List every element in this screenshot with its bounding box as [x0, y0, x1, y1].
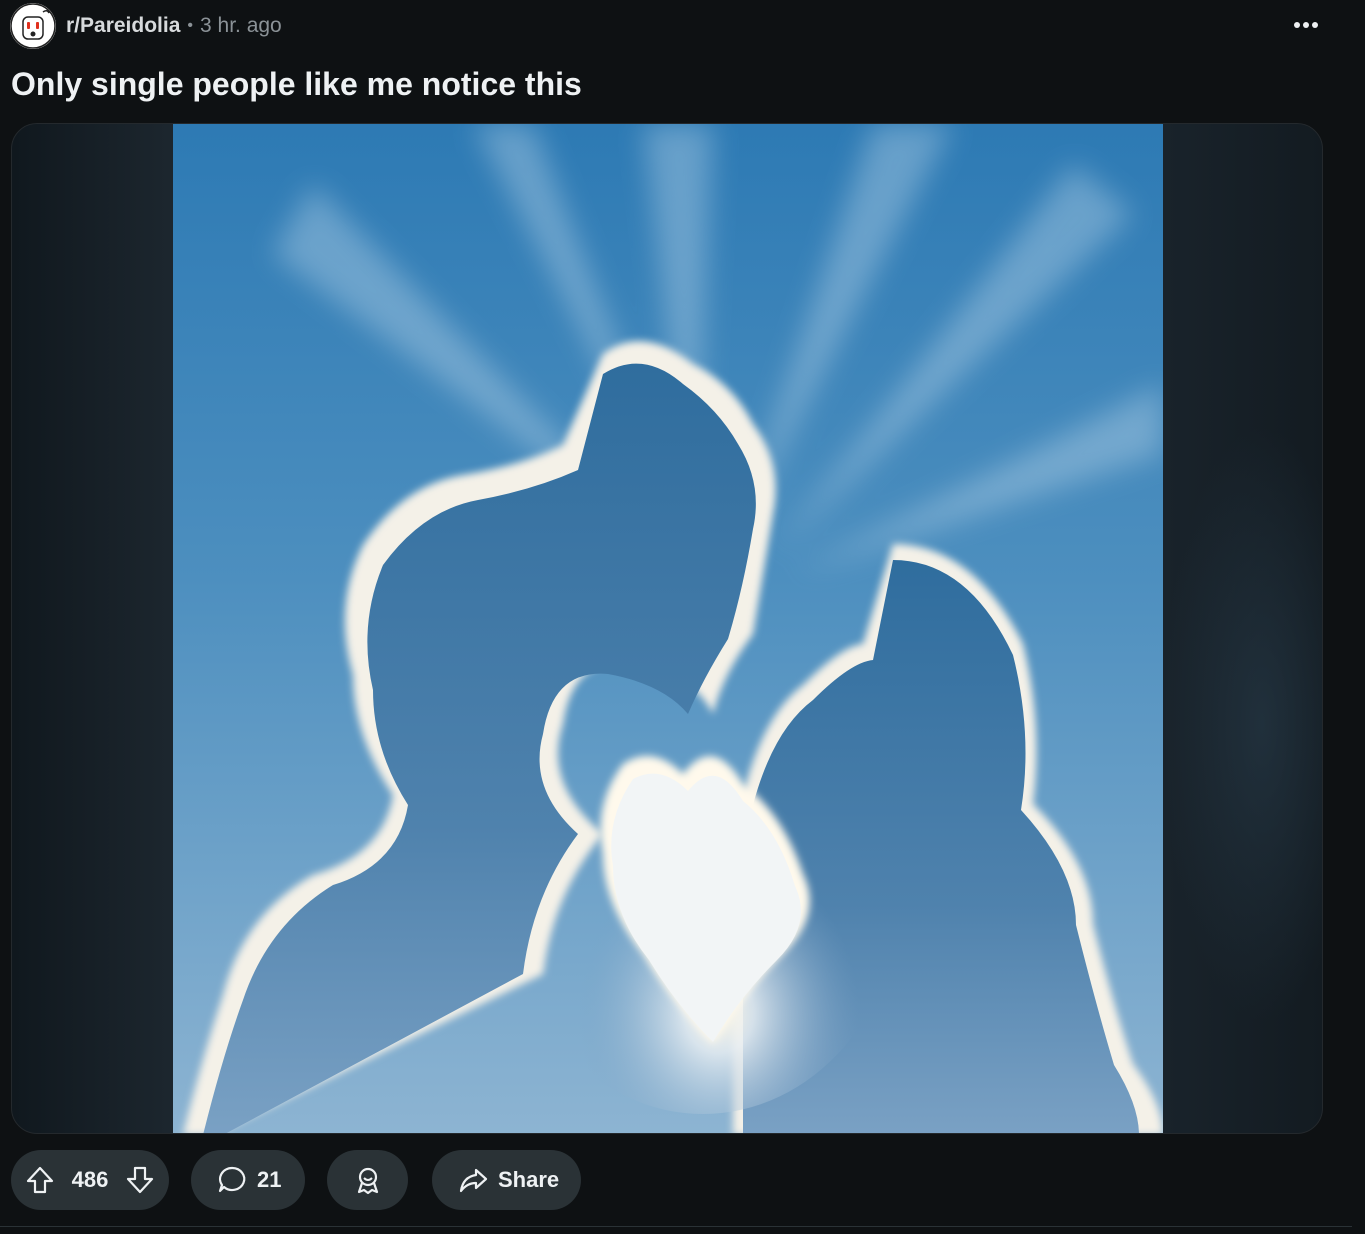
award-icon — [353, 1165, 383, 1195]
share-label: Share — [498, 1167, 560, 1192]
post-divider — [0, 1226, 1352, 1227]
post-header: r/Pareidolia • 3 hr. ago — [10, 2, 282, 50]
comments-button[interactable]: 21 — [191, 1150, 305, 1210]
post-actions: 486 21 Share — [11, 1150, 581, 1210]
share-arrow-icon — [458, 1165, 488, 1195]
downvote-arrow-icon — [126, 1166, 154, 1194]
subreddit-name[interactable]: r/Pareidolia — [66, 14, 180, 38]
downvote-button[interactable] — [125, 1165, 155, 1195]
comment-bubble-icon — [217, 1165, 247, 1195]
vote-score: 486 — [71, 1167, 109, 1192]
more-horizontal-icon — [1294, 22, 1318, 28]
post-image[interactable] — [173, 124, 1163, 1134]
post-media[interactable] — [11, 123, 1323, 1134]
post-title[interactable]: Only single people like me notice this — [11, 66, 582, 103]
comment-count: 21 — [257, 1167, 282, 1192]
upvote-button[interactable] — [25, 1165, 55, 1195]
share-button[interactable]: Share — [432, 1150, 581, 1210]
meta-separator: • — [187, 17, 193, 34]
award-button[interactable] — [327, 1150, 408, 1210]
post-timestamp: 3 hr. ago — [200, 14, 282, 37]
subreddit-avatar[interactable] — [10, 3, 56, 49]
upvote-arrow-icon — [26, 1166, 54, 1194]
more-options-button[interactable] — [1286, 8, 1326, 42]
media-backdrop — [1162, 424, 1322, 1024]
post-card: r/Pareidolia • 3 hr. ago Only single peo… — [0, 0, 1365, 1234]
pareidolia-outlet-icon — [10, 3, 56, 49]
vote-control: 486 — [11, 1150, 169, 1210]
